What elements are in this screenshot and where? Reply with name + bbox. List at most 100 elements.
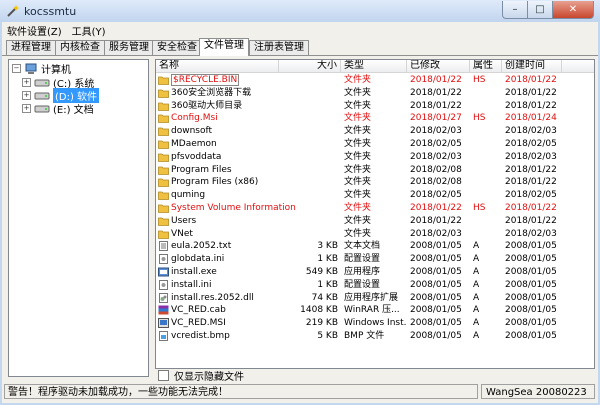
status-message: 警告！程序驱动未加载成功，一些功能无法完成！ — [4, 384, 478, 399]
column-created[interactable]: 创建时间 — [502, 60, 562, 72]
cell-size — [279, 138, 338, 151]
file-doc-icon — [158, 241, 169, 252]
file-row[interactable]: vcredist.bmp 5 KB BMP 文件 2008/01/05 A 2008/01… — [156, 330, 594, 343]
cell-type: 文件夹 — [344, 190, 372, 201]
file-exe-icon — [158, 267, 169, 277]
cell-attributes: A — [473, 241, 480, 252]
column-size[interactable]: 大小 — [279, 60, 341, 72]
file-row[interactable]: 360安全浏览器下载 文件夹 2018/01/22 2018/01/22 — [156, 87, 594, 100]
drive-icon — [34, 92, 50, 99]
collapse-icon[interactable]: − — [12, 64, 21, 73]
tab-registry-manager[interactable]: 注册表管理 — [249, 40, 309, 55]
file-row[interactable]: downsoft 文件夹 2018/02/03 2018/02/03 — [156, 125, 594, 138]
maximize-button[interactable]: □ — [528, 1, 553, 19]
folder-icon — [158, 216, 169, 226]
cell-modified: 2018/02/03 — [410, 151, 462, 162]
cell-attributes: A — [473, 267, 480, 277]
cell-type: 配置设置 — [344, 279, 381, 290]
close-button[interactable]: ✕ — [553, 1, 594, 19]
folder-icon — [158, 101, 169, 111]
folder-icon — [158, 126, 169, 137]
cell-modified: 2008/01/05 — [410, 318, 462, 329]
cell-modified: 2018/02/08 — [410, 164, 462, 175]
expand-icon[interactable]: + — [22, 91, 31, 100]
file-row[interactable]: VNet 文件夹 2018/02/03 2018/02/03 — [156, 228, 594, 241]
cell-type: 文件夹 — [344, 203, 372, 213]
cell-modified: 2018/01/27 — [410, 113, 462, 124]
cell-type: Windows Inst... — [344, 318, 407, 329]
cell-size — [279, 125, 338, 138]
computer-icon — [25, 63, 37, 74]
file-row[interactable]: eula.2052.txt 3 KB 文本文档 2008/01/05 A 2008/01/… — [156, 240, 594, 253]
file-row[interactable]: VC_RED.MSI 219 KB Windows Inst... 2008/01/0… — [156, 317, 594, 330]
file-row[interactable]: Program Files (x86) 文件夹 2018/02/08 2018/01/… — [156, 176, 594, 189]
expand-icon[interactable]: + — [22, 78, 31, 87]
column-type[interactable]: 类型 — [341, 60, 407, 72]
cell-modified: 2008/01/05 — [410, 292, 462, 303]
cell-created: 2018/01/22 — [505, 177, 557, 188]
cell-modified: 2008/01/05 — [410, 254, 462, 265]
file-row[interactable]: Config.Msi 文件夹 2018/01/27 HS 2018/01/24 — [156, 112, 594, 125]
folder-icon — [158, 165, 169, 175]
show-hidden-only[interactable]: 仅显示隐藏文件 — [158, 368, 244, 383]
cell-modified: 2018/02/05 — [410, 190, 462, 201]
column-attributes[interactable]: 属性 — [470, 60, 502, 72]
cell-attributes — [473, 228, 502, 241]
cell-type: 文件夹 — [344, 228, 372, 239]
tree-root[interactable]: − 计算机 — [12, 62, 71, 76]
file-row[interactable]: Users 文件夹 2018/01/22 2018/01/22 — [156, 215, 594, 228]
cell-attributes — [473, 189, 502, 202]
cell-type: BMP 文件 — [344, 331, 385, 341]
tab-process-manager[interactable]: 进程管理 — [6, 40, 56, 55]
file-row[interactable]: $RECYCLE.BIN 文件夹 2018/01/22 HS 2018/01/22 — [156, 74, 594, 87]
file-row[interactable]: VC_RED.cab 1408 KB WinRAR 压... 2008/01/05 A 2… — [156, 304, 594, 317]
status-author: WangSea 20080223 — [481, 384, 595, 399]
file-list[interactable]: 名称 大小 类型 已修改 属性 创建时间 $RECYCLE.BIN 文件夹 2018… — [155, 59, 595, 369]
file-list-header: 名称 大小 类型 已修改 属性 创建时间 — [156, 60, 594, 73]
cell-size — [279, 228, 338, 241]
drive-tree[interactable]: − 计算机 + (C:) 系统 + (D:) 软件 + (E:) 文档 — [8, 59, 149, 377]
cell-created: 2008/01/05 — [505, 331, 557, 341]
file-row[interactable]: MDaemon 文件夹 2018/02/05 2018/02/05 — [156, 138, 594, 151]
file-row[interactable]: 360驱动大师目录 文件夹 2018/01/22 2018/01/22 — [156, 100, 594, 113]
tab-security-check[interactable]: 安全检查 — [152, 40, 202, 55]
file-row[interactable]: System Volume Information 文件夹 2018/01/22 HS… — [156, 202, 594, 215]
drive-icon — [34, 105, 50, 112]
file-row[interactable]: pfsvoddata 文件夹 2018/02/03 2018/02/03 — [156, 151, 594, 164]
cell-created: 2018/01/22 — [505, 164, 557, 175]
cell-modified: 2018/01/22 — [410, 100, 462, 111]
file-row[interactable]: Program Files 文件夹 2018/02/08 2018/01/22 — [156, 164, 594, 177]
menu-software-settings[interactable]: 软件设置(Z) — [2, 22, 67, 38]
folder-icon — [158, 152, 169, 162]
cell-type: 文件夹 — [344, 177, 372, 188]
menu-tools[interactable]: 工具(Y) — [67, 22, 111, 38]
folder-icon — [158, 139, 169, 149]
cell-type: 配置设置 — [344, 254, 381, 265]
file-row[interactable]: quming 文件夹 2018/02/05 2018/02/05 — [156, 189, 594, 202]
show-hidden-checkbox[interactable] — [158, 369, 169, 381]
cell-created: 2008/01/05 — [505, 254, 557, 265]
file-row[interactable]: globdata.ini 1 KB 配置设置 2008/01/05 A 2008/01/0… — [156, 253, 594, 266]
file-row[interactable]: install.exe 549 KB 应用程序 2008/01/05 A 2008/01/… — [156, 266, 594, 279]
minimize-button[interactable]: – — [502, 1, 528, 19]
expand-icon[interactable]: + — [22, 104, 31, 113]
cell-created: 2018/01/22 — [505, 87, 557, 98]
tree-drive-e[interactable]: + (E:) 文档 — [22, 102, 94, 116]
cell-modified: 2018/01/22 — [410, 203, 462, 213]
file-row[interactable]: install.ini 1 KB 配置设置 2008/01/05 A 2008/01/05 — [156, 279, 594, 292]
window-title: kocssmtu — [24, 5, 77, 18]
cell-type: 文件夹 — [344, 164, 372, 175]
cell-type: 文件夹 — [344, 113, 372, 124]
column-modified[interactable]: 已修改 — [407, 60, 470, 72]
cell-size: 549 KB — [305, 267, 338, 277]
tab-service-manager[interactable]: 服务管理 — [104, 40, 154, 55]
cell-attributes: A — [473, 318, 480, 329]
cell-attributes — [473, 151, 502, 164]
cell-attributes — [473, 138, 502, 151]
cell-created: 2008/01/05 — [505, 292, 557, 303]
cell-size — [279, 215, 338, 228]
column-name[interactable]: 名称 — [156, 60, 279, 72]
tab-file-manager[interactable]: 文件管理 — [199, 38, 249, 56]
file-row[interactable]: install.res.2052.dll 74 KB 应用程序扩展 2008/01/0… — [156, 292, 594, 305]
tab-kernel-check[interactable]: 内核检查 — [55, 40, 105, 55]
